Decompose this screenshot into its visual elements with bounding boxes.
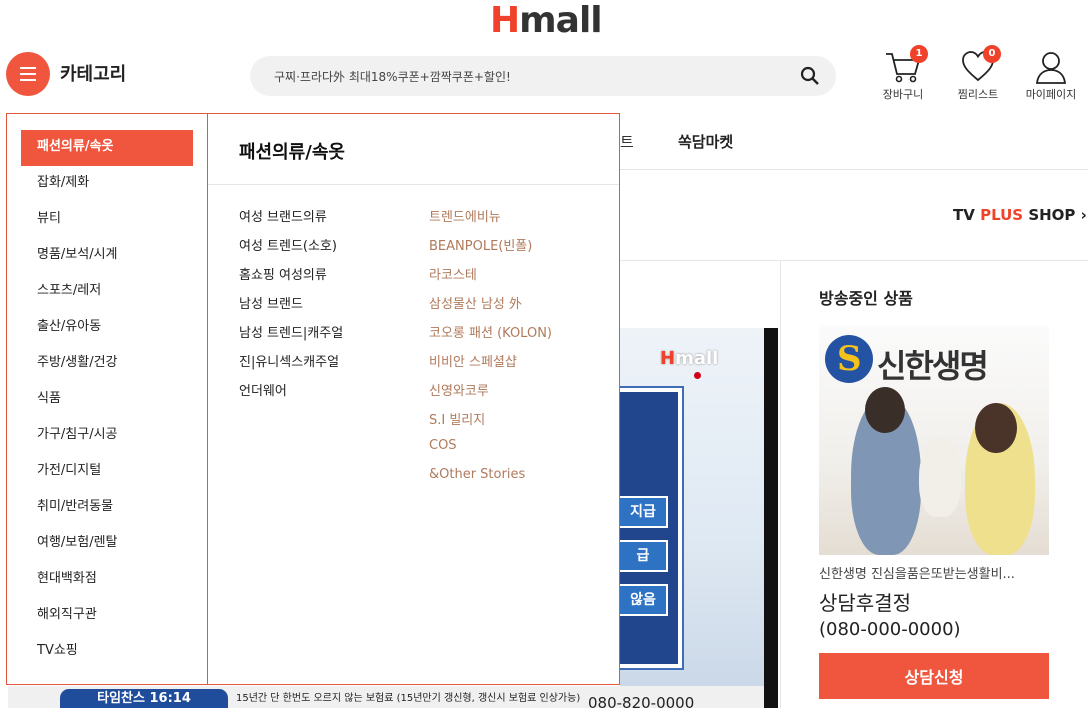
wishlist-button[interactable]: 0 찜리스트 [943,45,1013,102]
logo-text: mall [519,0,602,41]
search-input[interactable]: 구찌·프라다外 최대18%쿠폰+깜짝쿠폰+할인! [274,68,511,85]
brand-link[interactable]: 트렌드에비뉴 [429,206,501,225]
product-description[interactable]: 신한생명 진심을품은또받는생활비... [819,563,1049,582]
brand-link[interactable]: S.I 빌리지 [429,409,485,428]
figure-mother-head [975,403,1017,453]
nav-item-partial[interactable]: 트 [620,131,634,152]
subcategory-link[interactable]: 홈쇼핑 여성의류 [239,264,327,283]
video-logo-h: H [660,348,676,369]
category-item[interactable]: 뷰티 [21,202,193,238]
category-item[interactable]: 명품/보석/시계 [21,238,193,274]
search-bar[interactable]: 구찌·프라다外 최대18%쿠폰+깜짝쿠폰+할인! [250,56,836,96]
product-image[interactable]: 신한생명 [819,325,1049,555]
brand-link[interactable]: BEANPOLE(빈폴) [429,235,532,254]
subcategory-link[interactable]: 여성 트렌드(소호) [239,235,337,254]
on-air-title: 방송중인 상품 [819,289,913,308]
video-pill-3: 않음 [620,584,668,616]
video-pill-1: 지급 [620,496,668,528]
subcategory-link[interactable]: 남성 브랜드 [239,293,303,312]
category-item[interactable]: 주방/생활/건강 [21,346,193,382]
category-item[interactable]: 잡화/제화 [21,166,193,202]
product-price: 상담후결정 [819,591,911,615]
hamburger-line [20,73,36,75]
category-dropdown: 패션의류/속옷 잡화/제화 뷰티 명품/보석/시계 스포츠/레저 출산/유아동 … [6,113,620,685]
subcategory-link[interactable]: 여성 브랜드의류 [239,206,327,225]
user-icon [1035,52,1067,84]
subcategory-link[interactable]: 남성 트렌드|캐주얼 [239,322,343,341]
brand-link[interactable]: &Other Stories [429,467,525,482]
brand-link[interactable]: 신영와코루 [429,380,489,399]
brand-link[interactable]: 코오롱 패션 (KOLON) [429,322,552,341]
tv-text: TV [953,206,975,224]
brand-link[interactable]: COS [429,438,457,453]
search-icon[interactable] [800,66,820,86]
subcategory-title: 패션의류/속옷 [239,142,345,163]
live-video-player[interactable]: Hmall 지급 급 않음 [620,328,778,708]
video-logo-text: mall [675,348,719,369]
hamburger-menu-icon [20,67,36,69]
category-item[interactable]: 여행/보험/렌탈 [21,526,193,562]
category-item[interactable]: 현대백화점 [21,562,193,598]
category-item[interactable]: 가전/디지털 [21,454,193,490]
ticker-phone: 080-820-0000 [588,694,695,708]
brand-link[interactable]: 라코스테 [429,264,477,283]
video-pill-2: 급 [620,540,668,572]
video-ticker: 타임찬스 16:14 15년간 단 한번도 오르지 않는 보험료 (15년만기 … [8,686,764,708]
logo-h: H [490,0,520,41]
divider [208,184,619,185]
figure-father-head [865,387,905,433]
category-item[interactable]: 스포츠/레저 [21,274,193,310]
brand-link[interactable]: 삼성물산 남성 外 [429,293,522,312]
video-graphic-frame [620,388,682,668]
tv-plus-shop-link[interactable]: TV PLUS SHOP › [953,206,1087,224]
brand-link[interactable]: 비비안 스페셜샵 [429,351,517,370]
ticker-text: 15년간 단 한번도 오르지 않는 보험료 (15년만기 갱신형, 갱신시 보험… [236,693,581,704]
category-item[interactable]: TV쇼핑 [21,634,193,670]
brand-logo-icon [825,335,873,383]
category-item[interactable]: 취미/반려동물 [21,490,193,526]
page: { "header": { "logo_h": "H", "logo_rest"… [0,0,1088,708]
mypage-label: 마이페이지 [1025,88,1077,101]
nav-item-ssokdam-market[interactable]: 쏙담마켓 [678,131,733,152]
subcategory-link[interactable]: 진|유니섹스캐주얼 [239,351,339,370]
time-chance-badge: 타임찬스 16:14 [60,689,228,708]
category-item[interactable]: 가구/침구/시공 [21,418,193,454]
main-nav: 트 쏙담마켓 [620,114,1088,170]
wishlist-label: 찜리스트 [957,88,999,101]
category-label[interactable]: 카테고리 [60,60,126,86]
consult-request-button[interactable]: 상담신청 [819,653,1049,699]
live-indicator-icon [694,372,701,379]
product-phone: (080-000-0000) [819,619,961,640]
hamburger-line [20,79,36,81]
figure-child [919,437,961,517]
wishlist-count-badge: 0 [983,45,1001,63]
shop-text: SHOP [1028,206,1076,224]
video-logo: Hmall [660,348,718,369]
cart-count-badge: 1 [910,45,928,63]
plus-text: PLUS [980,206,1024,224]
on-air-product-panel: 방송중인 상품 신한생명 신한생명 진심을품은또받는생활비... 상담후결정 (… [780,260,1088,708]
category-menu-button[interactable] [6,52,50,96]
category-item[interactable]: 해외직구관 [21,598,193,634]
category-item-fashion[interactable]: 패션의류/속옷 [21,130,193,166]
subcategory-link[interactable]: 언더웨어 [239,380,287,399]
cart-label: 장바구니 [882,88,924,101]
product-brand-text: 신한생명 [877,347,989,385]
mypage-button[interactable]: 마이페이지 [1016,50,1086,102]
chevron-right-icon: › [1080,206,1087,224]
category-item[interactable]: 식품 [21,382,193,418]
category-item[interactable]: 출산/유아동 [21,310,193,346]
cart-button[interactable]: 1 장바구니 [868,45,938,102]
hmall-logo[interactable]: Hmall [490,0,603,41]
category-list: 패션의류/속옷 잡화/제화 뷰티 명품/보석/시계 스포츠/레저 출산/유아동 … [7,114,208,684]
